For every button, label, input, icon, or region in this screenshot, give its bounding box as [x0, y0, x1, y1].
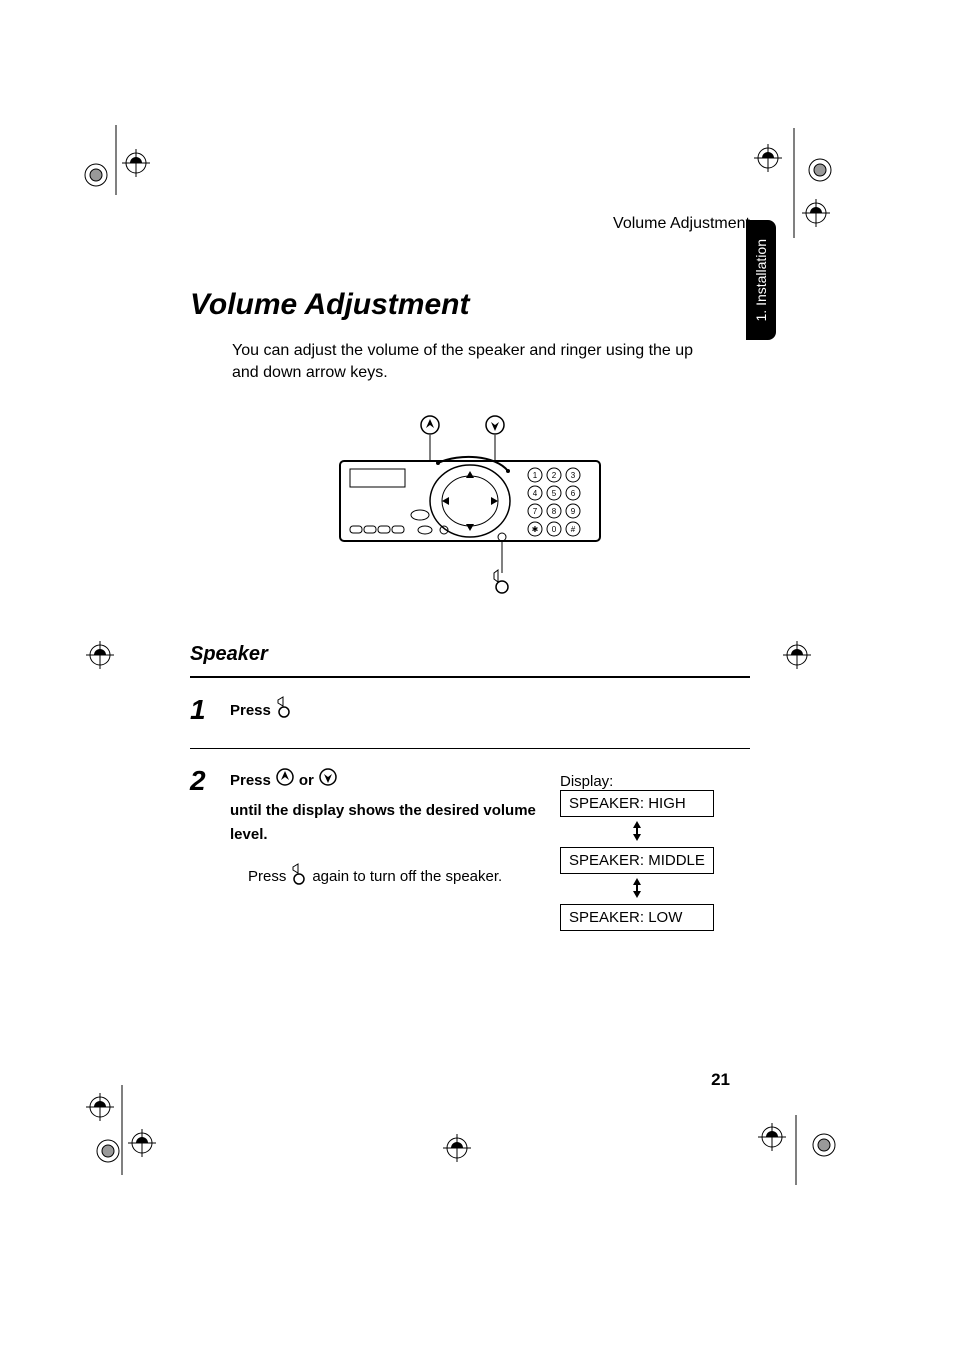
device-figure: 1 2 3 4 5 6 7 8 9 ✱ 0 # [190, 413, 750, 603]
registration-mark-icon [775, 635, 825, 675]
svg-text:9: 9 [571, 507, 576, 516]
step2-lead1: Press [230, 769, 271, 793]
svg-text:1: 1 [533, 471, 538, 480]
arrow-down-icon [318, 767, 338, 795]
svg-text:✱: ✱ [532, 525, 539, 534]
subheading-speaker: Speaker [190, 643, 750, 666]
arrow-up-icon [421, 416, 439, 463]
display-value: SPEAKER: HIGH [560, 790, 714, 817]
device-illustration: 1 2 3 4 5 6 7 8 9 ✱ 0 # [330, 413, 610, 603]
page-number: 21 [190, 1070, 730, 1090]
section-tab: 1. Installation [746, 220, 776, 340]
display-column: Display: SPEAKER: HIGH SPEAKER: MIDDLE S… [554, 767, 750, 931]
step1-text: Press [230, 699, 271, 723]
speaker-button-icon [275, 696, 293, 726]
step2-lead2: until the display shows the desired volu… [230, 799, 540, 847]
svg-text:#: # [571, 525, 576, 534]
svg-text:5: 5 [552, 489, 557, 498]
display-value: SPEAKER: MIDDLE [560, 847, 714, 874]
registration-mark-icon [78, 635, 128, 675]
svg-text:2: 2 [552, 471, 557, 480]
registration-mark-icon [78, 1085, 168, 1175]
registration-mark-icon [435, 1128, 485, 1168]
step2-sub-a: Press [248, 868, 286, 885]
steps-table: 1 Press 2 Press [190, 676, 750, 953]
page-title: Volume Adjustment [190, 288, 750, 322]
svg-text:8: 8 [552, 507, 557, 516]
display-label: Display: [560, 773, 613, 790]
svg-text:3: 3 [571, 471, 576, 480]
speaker-icon [494, 570, 508, 593]
page-body: Volume Adjustment Volume Adjustment You … [190, 215, 750, 953]
speaker-button-icon [290, 863, 308, 889]
step-row: 2 Press or [190, 749, 750, 953]
step2-sub-b: again to turn off the speaker. [312, 868, 502, 885]
running-header: Volume Adjustment [190, 215, 750, 233]
step-number: 1 [190, 696, 216, 726]
svg-text:6: 6 [571, 489, 576, 498]
registration-mark-icon [78, 125, 168, 195]
updown-arrow-icon [560, 878, 714, 900]
step2-mid: or [299, 769, 314, 793]
step-row: 1 Press [190, 678, 750, 749]
svg-text:0: 0 [552, 525, 557, 534]
arrow-down-icon [486, 416, 504, 463]
arrow-up-icon [275, 767, 295, 795]
step-number: 2 [190, 767, 216, 931]
svg-text:4: 4 [533, 489, 538, 498]
section-tab-label: 1. Installation [753, 239, 769, 322]
intro-paragraph: You can adjust the volume of the speaker… [232, 340, 722, 383]
display-value: SPEAKER: LOW [560, 904, 714, 931]
updown-arrow-icon [560, 821, 714, 843]
registration-mark-icon [738, 128, 858, 238]
svg-text:7: 7 [533, 507, 538, 516]
registration-mark-icon [742, 1115, 862, 1185]
